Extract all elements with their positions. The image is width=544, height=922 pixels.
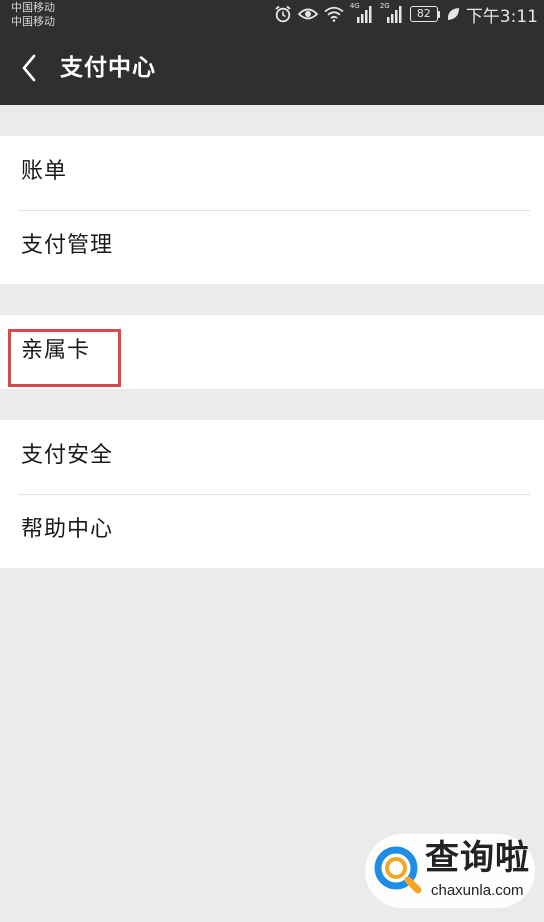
menu-group-2: 亲属卡 (0, 315, 544, 389)
network-type-2g: 2G (379, 2, 390, 10)
status-icons: 4G 2G 82 下午3:11 (274, 2, 538, 27)
network-type-4g: 4G (349, 2, 360, 10)
battery-indicator: 82 (409, 6, 440, 22)
menu-item-help-center[interactable]: 帮助中心 (0, 494, 544, 568)
clock: 下午3:11 (465, 6, 538, 27)
leaf-power-saving-icon (447, 8, 459, 20)
alarm-icon (275, 5, 291, 23)
watermark-logo-icon (374, 846, 422, 894)
battery-level: 82 (409, 6, 438, 22)
carrier-label-1: 中国移动 (11, 1, 55, 14)
menu-item-payment-management[interactable]: 支付管理 (0, 210, 544, 284)
carrier-label-2: 中国移动 (11, 15, 55, 28)
watermark-url: chaxunla.com (431, 882, 524, 899)
menu-item-label: 支付管理 (21, 233, 114, 258)
highlight-box (8, 329, 121, 387)
back-button[interactable] (14, 50, 44, 86)
eye-comfort-icon (297, 8, 318, 20)
watermark: 查询啦 chaxunla.com (365, 834, 535, 908)
wifi-icon (324, 6, 344, 22)
menu-item-label: 帮助中心 (21, 517, 114, 542)
title-bar: 支付中心 (0, 30, 544, 105)
menu-item-payment-security[interactable]: 支付安全 (0, 420, 544, 494)
menu-group-1: 账单 支付管理 (0, 136, 544, 284)
signal-2g-indicator: 2G (379, 2, 404, 23)
status-bar: 中国移动 中国移动 4G 2G 82 下午3:11 (0, 0, 544, 30)
signal-4g-indicator: 4G (349, 2, 374, 23)
menu-group-3: 支付安全 帮助中心 (0, 420, 544, 568)
menu-item-label: 账单 (21, 159, 68, 184)
menu-item-label: 支付安全 (21, 443, 114, 468)
watermark-title: 查询啦 (425, 838, 530, 878)
menu-item-bill[interactable]: 账单 (0, 136, 544, 210)
carrier-info: 中国移动 中国移动 (11, 1, 55, 29)
page-title: 支付中心 (60, 55, 156, 81)
back-arrow-icon (22, 54, 36, 82)
